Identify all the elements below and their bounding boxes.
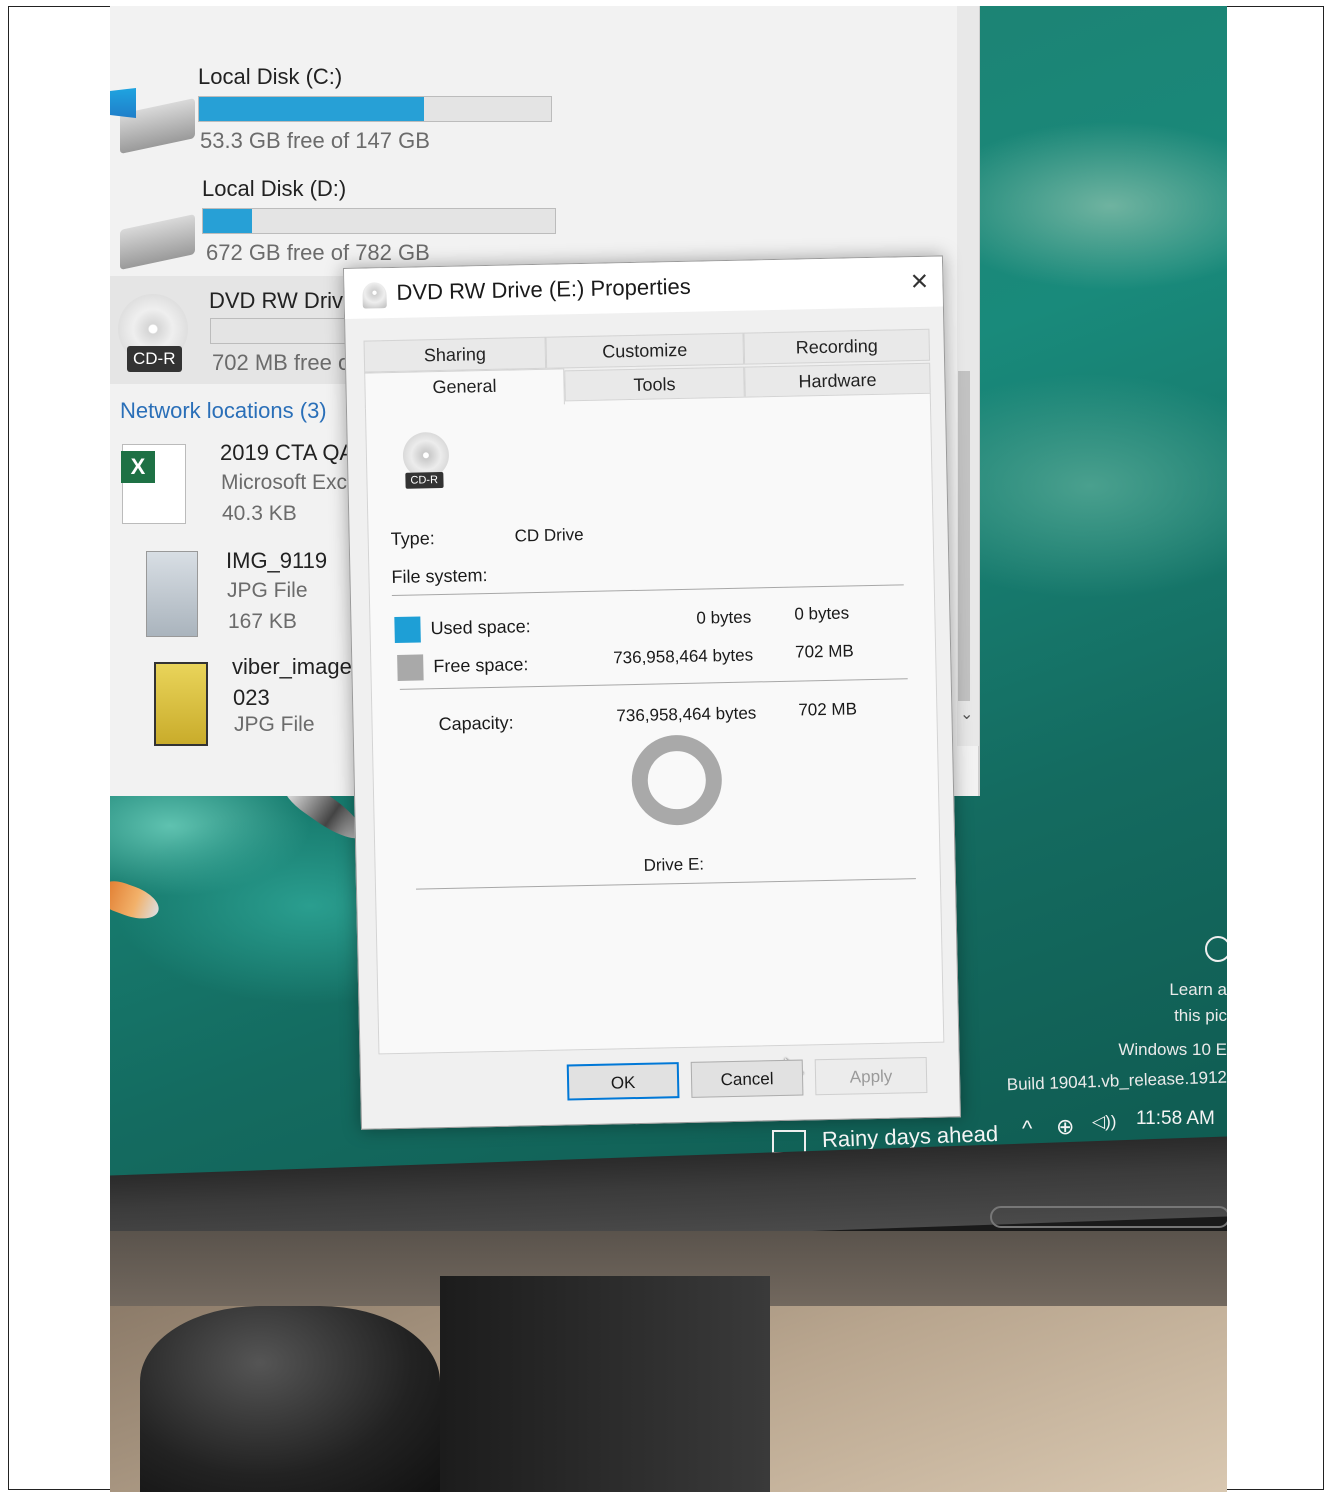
file-name[interactable]: IMG_9119 [226, 548, 327, 574]
windows-logo-icon [110, 88, 136, 118]
apply-button[interactable]: Apply [814, 1056, 928, 1096]
tab-general[interactable]: General [364, 368, 565, 409]
scrollbar-thumb[interactable] [958, 371, 970, 701]
type-label: Type: [390, 528, 435, 550]
image-icon [154, 662, 208, 746]
tab-sharing[interactable]: Sharing [363, 336, 547, 373]
general-tab-panel: CD-R Type: CD Drive File system: Used sp… [364, 392, 945, 1083]
monitor-buttons [990, 1206, 1227, 1228]
scroll-down-arrow-icon[interactable]: ⌄ [960, 704, 973, 724]
used-space-bytes: 0 bytes [696, 607, 752, 628]
drive-label: Drive E: [643, 854, 705, 875]
capacity-label: Capacity: [438, 712, 514, 735]
camera-icon[interactable] [1205, 936, 1227, 962]
properties-dialog: DVD RW Drive (E:) Properties × Sharing C… [343, 255, 961, 1130]
dialog-titlebar[interactable]: DVD RW Drive (E:) Properties × [344, 256, 943, 319]
windows-version-watermark: Windows 10 E [1118, 1040, 1227, 1059]
file-type: Microsoft Exc [221, 471, 348, 494]
free-space-size: 702 MB [794, 641, 854, 662]
cd-r-badge: CD-R [127, 346, 182, 372]
cd-r-badge: CD-R [405, 471, 444, 489]
monitor-stand-neck [440, 1276, 770, 1492]
free-space-label: Free space: [433, 654, 529, 677]
globe-icon[interactable]: ⊕ [1056, 1114, 1074, 1140]
chevron-up-icon[interactable]: ^ [1022, 1116, 1032, 1142]
clock[interactable]: 11:58 AM [1136, 1108, 1215, 1130]
separator [416, 878, 916, 890]
drive-e-usage-bar [210, 318, 350, 344]
file-system-label: File system: [391, 565, 488, 588]
hard-drive-icon [120, 214, 195, 270]
used-space-size: 0 bytes [794, 603, 850, 624]
volume-icon[interactable]: ◁)) [1092, 1112, 1116, 1132]
drive-d-usage-bar [202, 208, 556, 234]
ok-button[interactable]: OK [566, 1062, 680, 1101]
drive-e-free-text: 702 MB free o [212, 350, 351, 375]
learn-about-picture-line1[interactable]: Learn a [1150, 980, 1227, 1000]
drive-c-free-text: 53.3 GB free of 147 GB [200, 128, 430, 153]
file-name[interactable]: viber_image_ [232, 654, 364, 680]
monitor-photo: ⌄ Local Disk (C:) 53.3 GB free of 147 GB… [110, 6, 1227, 1492]
drive-e-name[interactable]: DVD RW Driv [209, 288, 343, 314]
file-name[interactable]: 2019 CTA QAI [220, 440, 360, 466]
close-button[interactable]: × [902, 265, 937, 300]
separator [399, 678, 908, 690]
file-type: JPG File [227, 579, 308, 602]
cancel-button[interactable]: Cancel [690, 1059, 804, 1098]
file-size: 167 KB [228, 610, 297, 633]
image-icon [146, 551, 198, 637]
file-name-continued[interactable]: 023 [233, 685, 270, 711]
space-usage-donut [630, 734, 723, 827]
dvd-drive-icon [362, 282, 387, 309]
drive-c-usage-fill [199, 97, 425, 121]
drive-d-name[interactable]: Local Disk (D:) [202, 176, 346, 202]
drive-c-name[interactable]: Local Disk (C:) [198, 64, 342, 90]
capacity-size: 702 MB [798, 699, 858, 720]
excel-icon: X [121, 444, 186, 524]
monitor-stand [140, 1306, 440, 1492]
type-value: CD Drive [514, 525, 584, 546]
learn-about-picture-line2[interactable]: this pic [1150, 1006, 1227, 1026]
drive-d-free-text: 672 GB free of 782 GB [206, 240, 430, 265]
dialog-title: DVD RW Drive (E:) Properties [396, 273, 691, 305]
tab-recording[interactable]: Recording [743, 328, 931, 365]
drive-c-usage-bar [198, 96, 552, 122]
drive-d-usage-fill [203, 209, 253, 233]
capacity-bytes: 736,958,464 bytes [616, 703, 757, 726]
network-locations-heading[interactable]: Network locations (3) [120, 398, 327, 424]
free-space-swatch [397, 654, 424, 681]
free-space-bytes: 736,958,464 bytes [613, 645, 754, 668]
used-space-swatch [394, 616, 421, 643]
used-space-label: Used space: [430, 616, 531, 639]
file-type: JPG File [234, 713, 315, 736]
tab-customize[interactable]: Customize [545, 332, 745, 369]
file-size: 40.3 KB [222, 502, 297, 525]
